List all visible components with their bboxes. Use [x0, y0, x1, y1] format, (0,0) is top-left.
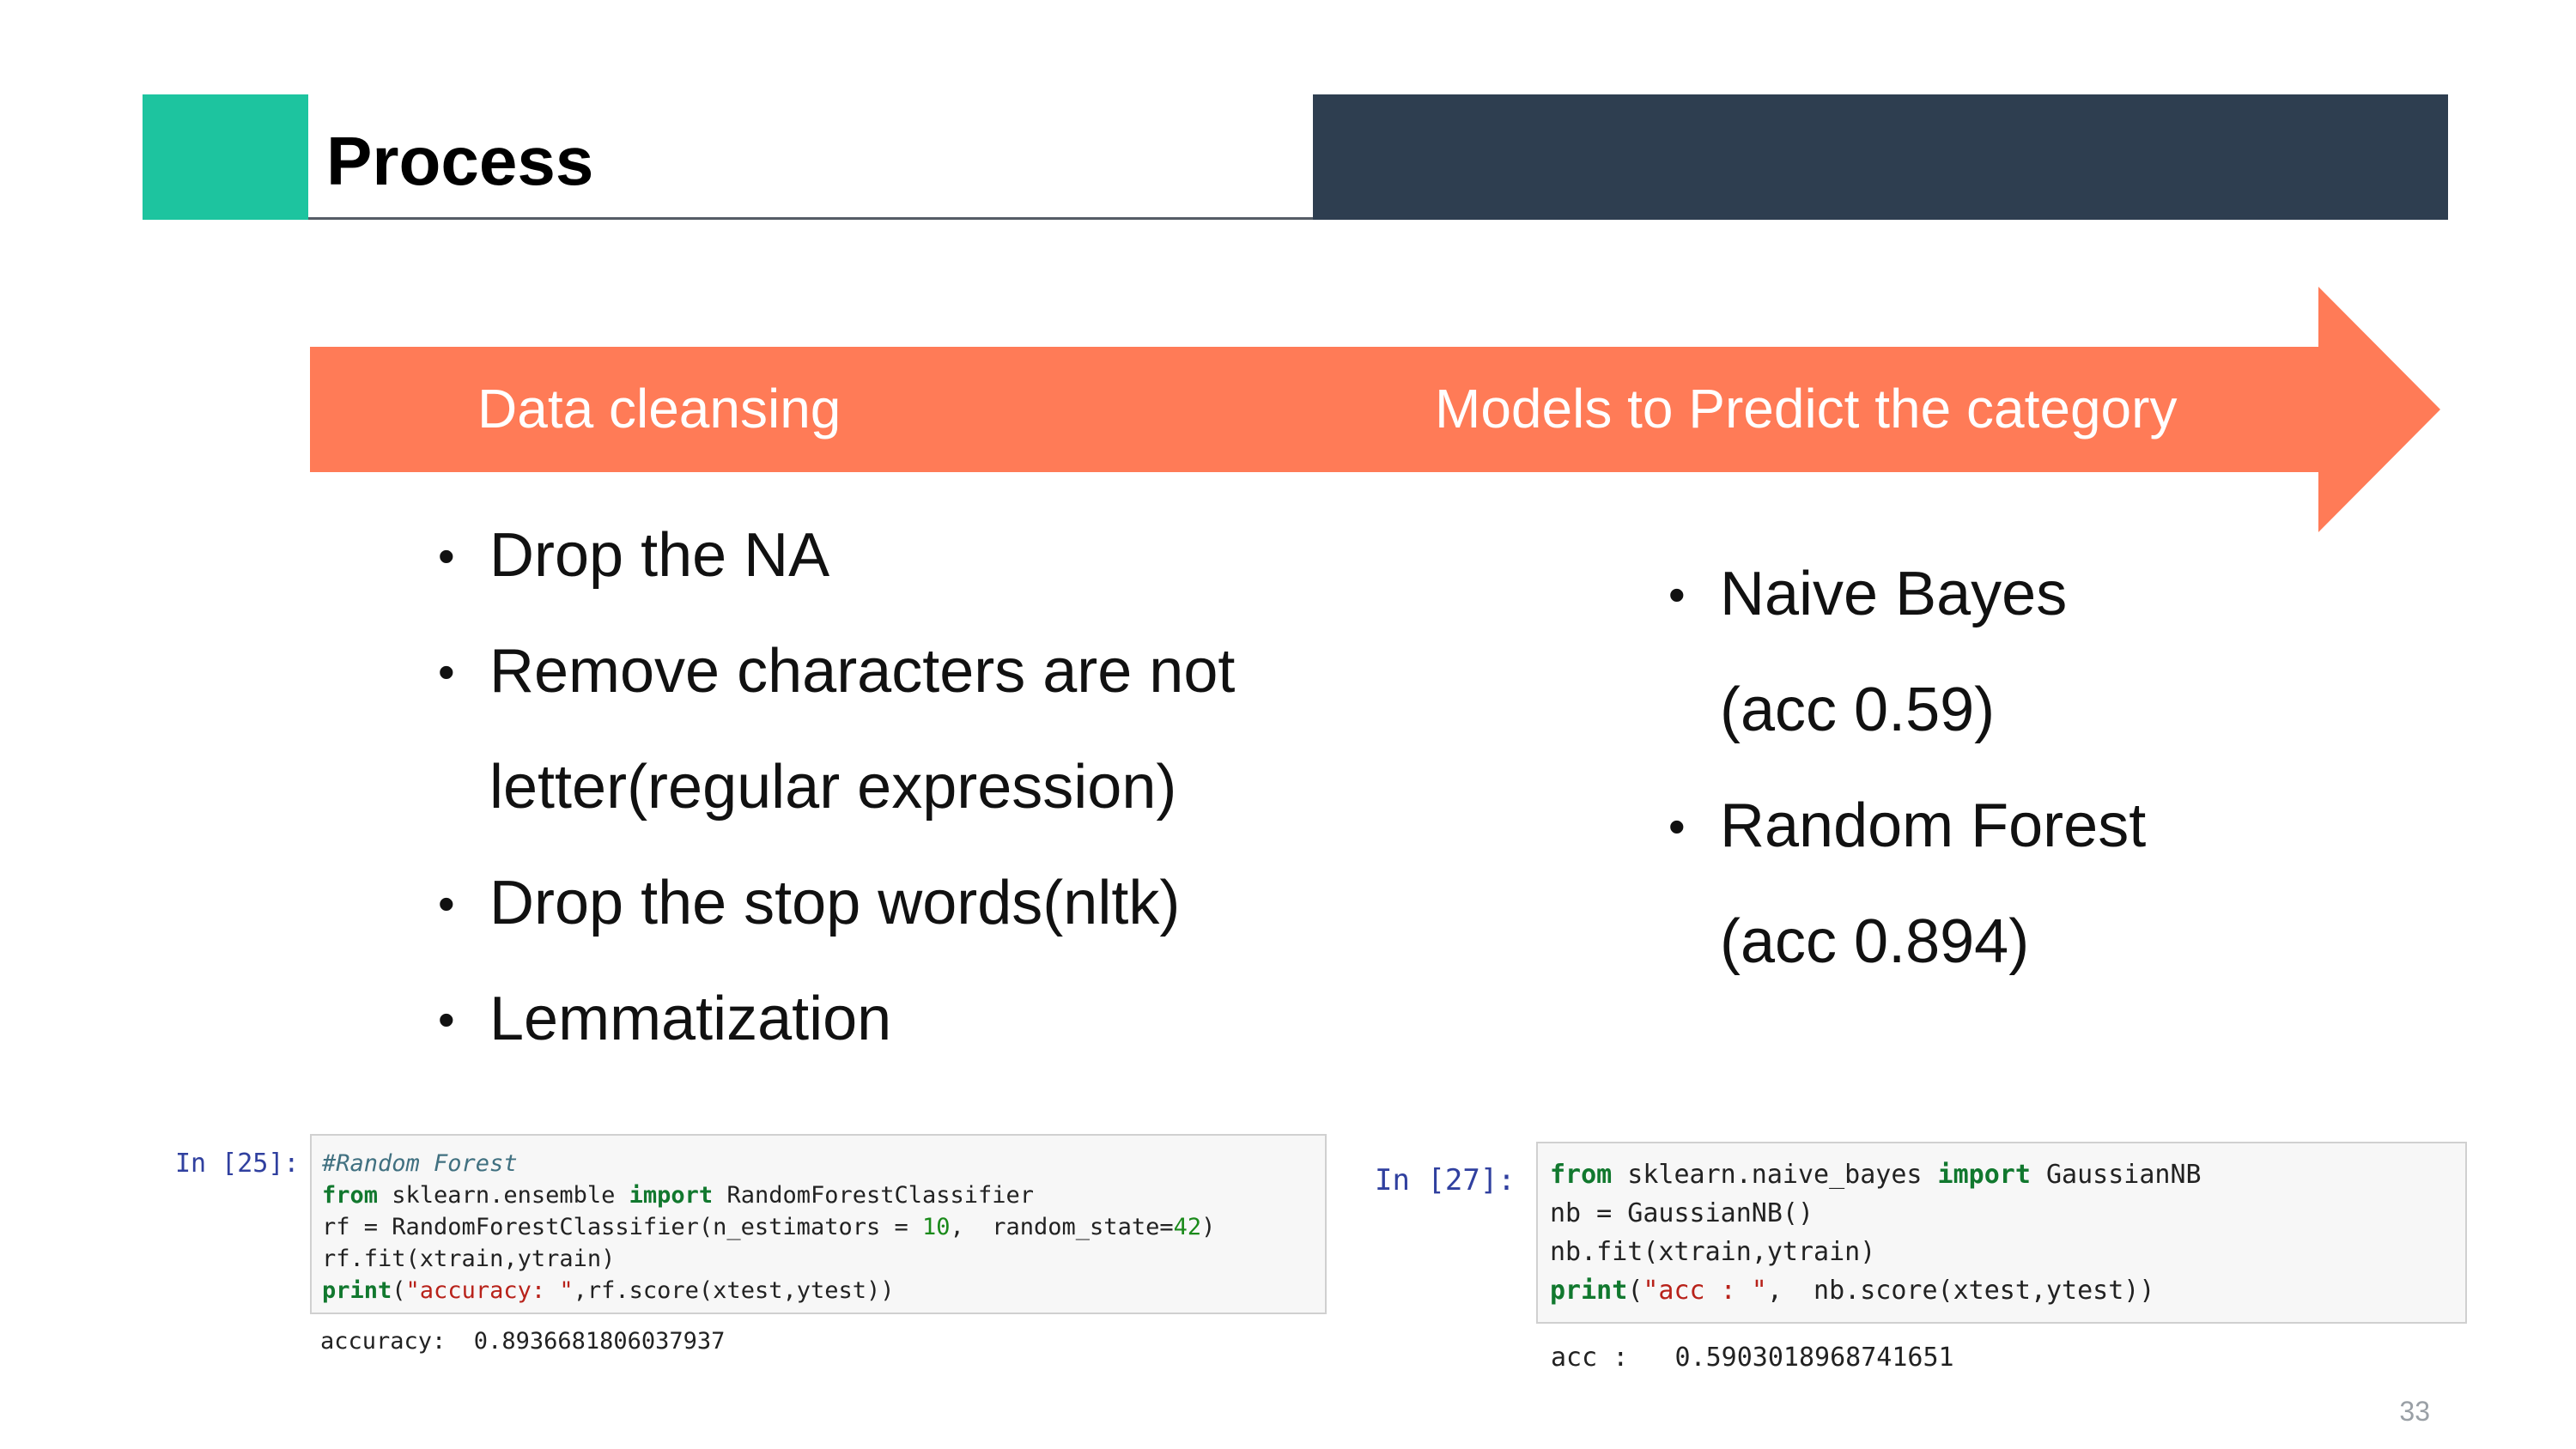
code-line: rf.fit(xtrain,ytrain)	[322, 1246, 616, 1272]
bullet-dot: •	[1668, 567, 1686, 621]
bullet-item: • Random Forest	[1668, 768, 2146, 884]
cell-output: accuracy: 0.8936681806037937	[320, 1328, 726, 1355]
code-line: nb.fit(xtrain,ytrain)	[1550, 1237, 1876, 1267]
bullet-item: • Lemmatization	[438, 961, 1235, 1077]
code-line: #Random Forest	[322, 1150, 518, 1177]
page-number: 33	[2399, 1396, 2430, 1427]
process-arrow	[310, 287, 2440, 532]
bullet-item: • Drop the NA	[438, 498, 1235, 614]
code-line: print("acc : ", nb.score(xtest,ytest))	[1550, 1276, 2155, 1306]
code-line: from sklearn.ensemble import RandomFores…	[322, 1182, 1035, 1209]
bullet-dot: •	[1668, 799, 1686, 853]
bullet-dot: •	[438, 876, 455, 931]
arrow-label-data-cleansing: Data cleansing	[477, 378, 841, 440]
code-line: print("accuracy: ",rf.score(xtest,ytest)…	[322, 1277, 895, 1304]
bullet-continuation: (acc 0.894)	[1720, 907, 2030, 976]
cell-prompt: In [27]:	[1375, 1163, 1516, 1197]
code-input-box: #Random Forest from sklearn.ensemble imp…	[310, 1134, 1327, 1314]
bullet-dot: •	[438, 529, 455, 583]
data-cleansing-steps: • Drop the NA • Remove characters are not …	[438, 498, 1235, 1077]
model-results: • Naive Bayes (acc 0.59) • Random Forest (…	[1668, 537, 2146, 1000]
bullet-item: • Drop the stop words(nltk)	[438, 846, 1235, 961]
cell-output: acc : 0.5903018968741651	[1551, 1343, 1954, 1373]
bullet-item: • Remove characters are not	[438, 614, 1235, 730]
code-line: rf = RandomForestClassifier(n_estimators…	[322, 1214, 1216, 1240]
code-line: nb = GaussianNB()	[1550, 1198, 1814, 1228]
bullet-continuation: (acc 0.59)	[1720, 676, 1996, 744]
cell-prompt: In [25]:	[175, 1149, 300, 1179]
arrow-label-models: Models to Predict the category	[1435, 378, 2178, 440]
bullet-dot: •	[438, 645, 455, 699]
bullet-item: • Naive Bayes	[1668, 537, 2146, 652]
code-line: from sklearn.naive_bayes import Gaussian…	[1550, 1160, 2202, 1190]
bullet-continuation: letter(regular expression)	[489, 753, 1177, 822]
code-input-box: from sklearn.naive_bayes import Gaussian…	[1536, 1142, 2467, 1324]
bullet-dot: •	[438, 992, 455, 1046]
